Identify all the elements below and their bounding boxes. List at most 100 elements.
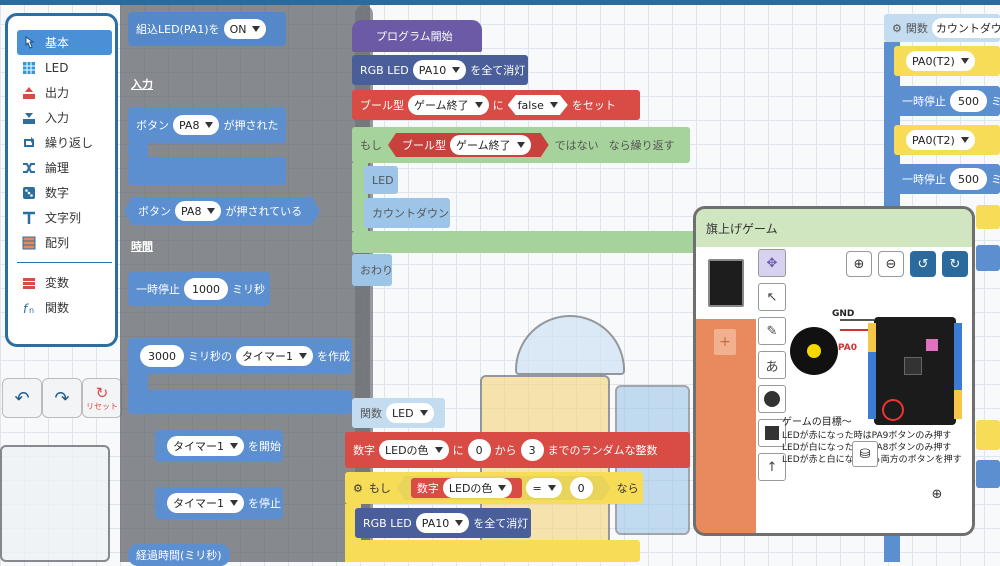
pin-header-left — [868, 323, 876, 419]
rotate-left-icon[interactable]: ↺ — [910, 251, 936, 277]
game-canvas[interactable]: ✥ ↖ ✎ あ ↑ ⊕ ⊖ ↺ ↻ GND PA0 ゲームの目標～ LEDが赤に… — [756, 247, 972, 533]
rgb-off-block-2[interactable]: RGB LED PA10 を全て消灯 — [355, 508, 531, 538]
gear-icon[interactable]: ⚙ — [892, 22, 902, 35]
function-name: カウントダウ — [935, 22, 1000, 35]
pin-dropdown[interactable]: PA0(T2) — [906, 130, 975, 150]
call-led-block[interactable]: LED — [364, 166, 398, 194]
dropdown-value: false — [517, 98, 544, 112]
pause-block-2[interactable]: 一時停止 500 ミ — [894, 164, 1000, 194]
zoom-in-icon[interactable]: ⊕ — [846, 251, 872, 277]
end-block[interactable]: おわり — [352, 254, 393, 286]
dropdown-value: PA10 — [418, 63, 447, 77]
microcontroller-board — [868, 317, 962, 425]
rgb-pin-dropdown[interactable]: PA10 — [412, 60, 467, 80]
variable-dropdown[interactable]: ゲーム終了 — [450, 135, 531, 155]
category-item-array[interactable]: 配列 — [17, 230, 112, 255]
category-item-function[interactable]: fn 関数 — [17, 295, 112, 320]
timer-name-dropdown[interactable]: タイマー1 — [236, 346, 313, 366]
button-pressed-block[interactable]: ボタン PA8 が押された — [128, 107, 286, 143]
pause-value-input[interactable]: 500 — [950, 90, 987, 112]
dropdown-value: LEDの色 — [385, 444, 429, 457]
eraser-icon[interactable]: ✎ — [758, 317, 786, 345]
variable-dropdown[interactable]: LEDの色 — [379, 440, 449, 460]
category-item-led[interactable]: LED — [17, 55, 112, 80]
pause-block[interactable]: 一時停止 1000 ミリ秒 — [128, 272, 270, 306]
variable-dropdown[interactable]: ゲーム終了 — [408, 95, 489, 115]
redo-button[interactable]: ↷ — [42, 378, 82, 418]
button-pin-dropdown[interactable]: PA8 — [175, 201, 221, 221]
button-pressing-block[interactable]: ボタン PA8 が押されている — [124, 197, 320, 225]
dropdown-value: ゲーム終了 — [456, 139, 511, 152]
num-var-block[interactable]: 数字 LEDの色 — [411, 478, 523, 498]
not-condition[interactable]: ブール型 ゲーム終了 — [388, 133, 549, 157]
if-block[interactable]: ⚙ もし 数字 LEDの色 = 0 なら — [345, 472, 643, 504]
goal-title: ゲームの目標～ — [782, 417, 852, 428]
category-item-output[interactable]: 出力 — [17, 80, 112, 105]
move-icon[interactable]: ✥ — [758, 249, 786, 277]
program-start-block[interactable]: プログラム開始 — [352, 20, 482, 52]
compare-condition[interactable]: 数字 LEDの色 = 0 — [397, 476, 611, 500]
circle-tool-icon[interactable] — [758, 385, 786, 413]
from-input[interactable]: 0 — [467, 439, 491, 461]
category-item-loop[interactable]: 繰り返し — [17, 130, 112, 155]
text-tool-icon[interactable]: あ — [758, 351, 786, 379]
function-led-block[interactable]: 関数 LED — [352, 398, 445, 428]
board-thumbnail[interactable] — [696, 247, 756, 319]
call-countdown-block[interactable]: カウントダウン — [364, 198, 450, 228]
rgb-off-block[interactable]: RGB LED PA10 を全て消灯 — [352, 55, 528, 85]
timer-ms-label: ミリ秒の — [188, 350, 232, 363]
elapsed-time-block[interactable]: 経過時間(ミリ秒) — [128, 544, 230, 566]
undo-button[interactable]: ↶ — [2, 378, 42, 418]
elapsed-label: 経過時間(ミリ秒) — [136, 549, 222, 562]
button-pin-dropdown[interactable]: PA8 — [173, 115, 220, 135]
timer-ms-input[interactable]: 3000 — [140, 345, 184, 367]
array-icon — [21, 235, 37, 251]
pin-block-1[interactable]: PA0(T2) — [894, 46, 1000, 76]
paint-bucket-icon[interactable]: ⛁ — [852, 441, 878, 467]
while-block[interactable]: もし ブール型 ゲーム終了 ではない なら繰り返す — [352, 127, 690, 163]
timer-stop-block[interactable]: タイマー1 を停止 — [155, 487, 283, 519]
timer-start-block[interactable]: タイマー1 を開始 — [155, 430, 283, 462]
builtin-led-block[interactable]: 組込LED(PA1)を ON — [128, 12, 286, 46]
pin-dropdown[interactable]: PA0(T2) — [906, 51, 975, 71]
operator-dropdown[interactable]: = — [526, 478, 561, 498]
add-page-button[interactable]: + — [714, 329, 736, 355]
category-item-number[interactable]: 数字 — [17, 180, 112, 205]
function-name-field[interactable]: カウントダウ — [931, 18, 1000, 38]
category-item-input[interactable]: 入力 — [17, 105, 112, 130]
category-item-logic[interactable]: 論理 — [17, 155, 112, 180]
block-fragment — [976, 245, 1000, 271]
timer-create-block[interactable]: 3000 ミリ秒の タイマー1 を作成 — [128, 338, 352, 374]
arrow-pointer-icon[interactable]: ↖ — [758, 283, 786, 311]
button-pressed-body — [128, 143, 148, 157]
pause-value-input[interactable]: 1000 — [184, 278, 228, 300]
pause-block-1[interactable]: 一時停止 500 ミ — [894, 86, 1000, 116]
gear-icon[interactable]: ⚙ — [353, 482, 363, 495]
set-bool-block[interactable]: ブール型 ゲーム終了 に false をセット — [352, 90, 640, 120]
pin-block-3[interactable] — [976, 205, 1000, 229]
pin-block-2[interactable]: PA0(T2) — [894, 125, 1000, 155]
dropdown-value: PA8 — [179, 118, 200, 132]
category-label: 関数 — [45, 301, 70, 315]
compare-value-input[interactable]: 0 — [570, 477, 593, 499]
rgb-pin-dropdown[interactable]: PA10 — [415, 513, 470, 533]
zoom-out-icon[interactable]: ⊖ — [878, 251, 904, 277]
function-countdown-block[interactable]: ⚙ 関数 カウントダウ — [884, 14, 1000, 42]
to-input[interactable]: 3 — [520, 439, 544, 461]
game-title-bar[interactable]: 旗上げゲーム — [696, 209, 972, 247]
variable-dropdown[interactable]: LEDの色 — [443, 478, 513, 498]
reset-button[interactable]: ↻ リセット — [82, 378, 122, 418]
set-random-block[interactable]: 数字 LEDの色 に 0 から 3 までのランダムな整数 — [345, 432, 690, 468]
rotate-right-icon[interactable]: ↻ — [942, 251, 968, 277]
zoom-fit-icon[interactable]: ⊕ — [924, 481, 950, 507]
timer-start-dropdown[interactable]: タイマー1 — [167, 436, 244, 456]
bool-value-dropdown[interactable]: false — [508, 95, 568, 115]
category-item-variable[interactable]: 変数 — [17, 270, 112, 295]
add-page-icon: + — [719, 334, 731, 350]
function-name-field[interactable]: LED — [386, 403, 434, 423]
builtin-led-dropdown[interactable]: ON — [223, 19, 267, 39]
timer-stop-dropdown[interactable]: タイマー1 — [167, 493, 244, 513]
pause-value-input[interactable]: 500 — [950, 168, 987, 190]
category-item-basic[interactable]: 基本 — [17, 30, 112, 55]
category-item-string[interactable]: 文字列 — [17, 205, 112, 230]
